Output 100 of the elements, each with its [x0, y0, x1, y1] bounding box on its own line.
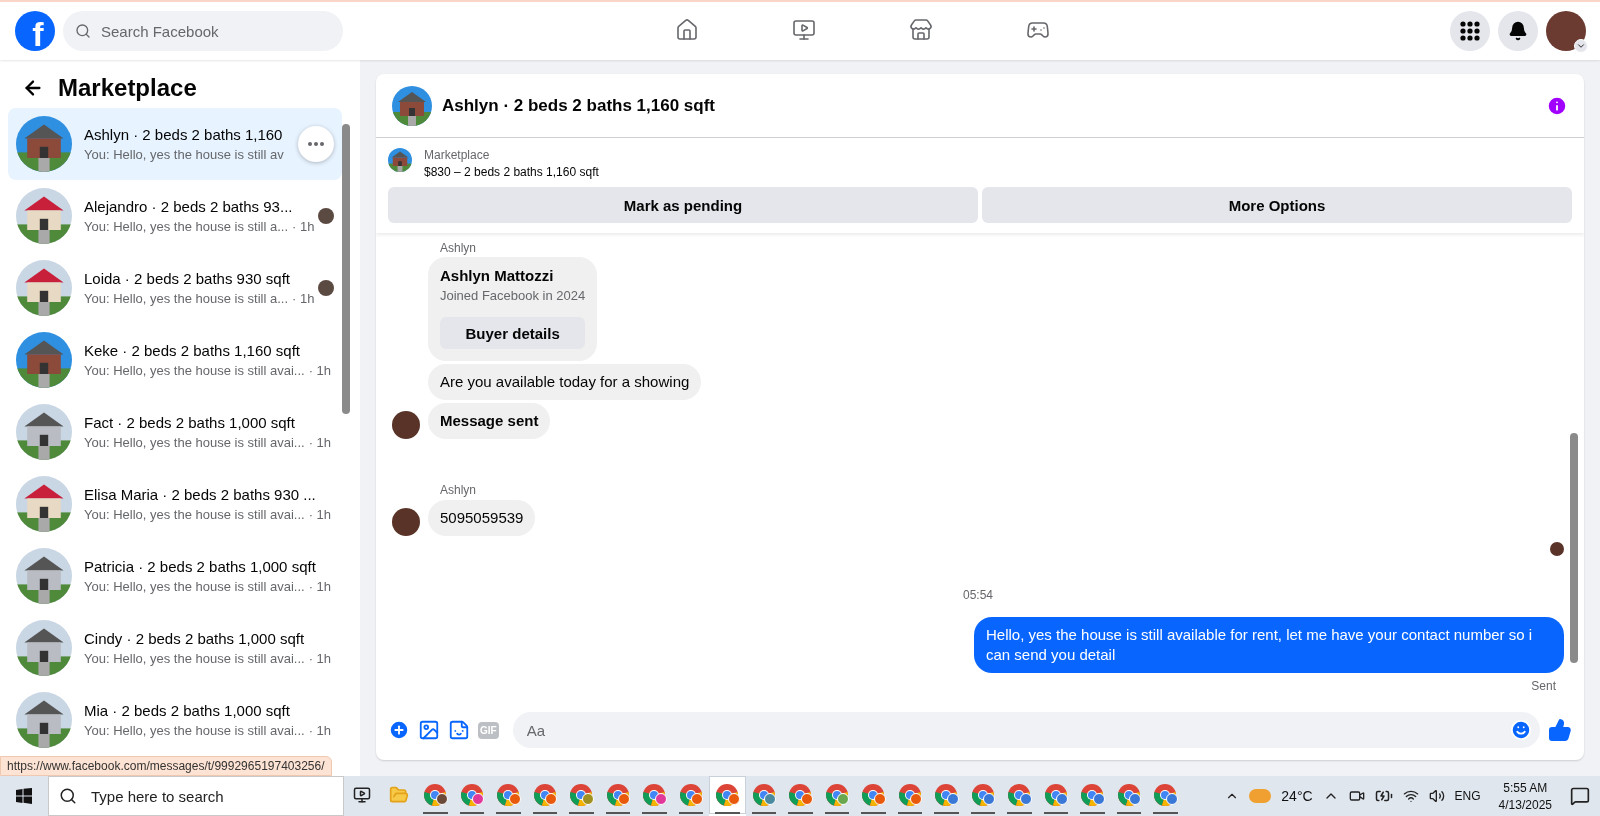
delivery-status: Sent [1531, 679, 1556, 693]
store-icon [909, 17, 933, 42]
conversation-time: · 1h [308, 579, 332, 594]
language-indicator[interactable]: ENG [1454, 789, 1481, 803]
task-view-icon [353, 786, 372, 804]
conversation-title: Elisa Maria · 2 beds 2 baths 930 ... [84, 486, 317, 503]
folder-icon [388, 785, 409, 805]
house-photo [392, 85, 432, 126]
conversation-title: Mia · 2 beds 2 baths 1,000 sqft [84, 702, 291, 719]
house-photo [16, 260, 72, 316]
house-photo [16, 188, 72, 244]
camera-icon[interactable] [1348, 788, 1365, 804]
emoji-icon[interactable] [1510, 719, 1532, 741]
read-receipt-avatar [1550, 542, 1564, 556]
info-icon[interactable] [1546, 94, 1568, 117]
profile-subtitle: Joined Facebook in 2024 [440, 288, 586, 303]
conversation-preview: You: Hello, yes the house is still a... [84, 291, 289, 306]
wifi-icon[interactable] [1402, 788, 1419, 804]
conversation-title: Ashlyn · 2 beds 2 baths 1,160 [84, 126, 284, 143]
facebook-logo[interactable]: f [15, 11, 55, 51]
house-photo [16, 692, 72, 748]
sender-name: Ashlyn [440, 241, 478, 255]
conversation-time: · 1h [292, 219, 315, 234]
volume-icon[interactable] [1428, 788, 1445, 804]
clock-time[interactable]: 5:55 AM [1503, 780, 1548, 795]
sticker-icon[interactable] [448, 719, 470, 741]
conversation-preview: You: Hello, yes the house is still avai... [84, 507, 305, 522]
house-photo [16, 620, 72, 676]
profile-avatar[interactable] [1546, 11, 1586, 51]
image-icon[interactable] [418, 719, 440, 741]
chat-title: Ashlyn · 2 beds 2 baths 1,160 sqft [442, 95, 717, 116]
conversation-time: · 1h [308, 435, 332, 450]
conversation-item[interactable]: Keke · 2 beds 2 baths 1,160 sqft You: Hello, yes the house is still avai... · 1h [8, 324, 342, 396]
video-icon [792, 17, 816, 42]
profile-name: Ashlyn Mattozzi [440, 267, 555, 284]
notifications-button[interactable] [1498, 11, 1538, 51]
conversation-title: Keke · 2 beds 2 baths 1,160 sqft [84, 342, 301, 359]
conversation-item[interactable]: Mia · 2 beds 2 baths 1,000 sqft You: Hello, yes the house is still avai... · 1h [8, 684, 342, 756]
scrollbar[interactable] [1570, 433, 1578, 663]
conversation-preview: You: Hello, yes the house is still avai... [84, 363, 305, 378]
sender-name: Ashlyn [440, 483, 478, 497]
weather-temperature[interactable]: 24°C [1281, 788, 1313, 804]
message-bubble: Are you available today for a showing [428, 364, 702, 400]
conversation-item[interactable]: Fact · 2 beds 2 baths 1,000 sqft You: Hello, yes the house is still avai... · 1h [8, 396, 342, 468]
conversation-time: · 1h [308, 651, 332, 666]
search-bar[interactable]: Search Facebook [63, 11, 343, 51]
listing-action-button[interactable]: Mark as pending [388, 187, 978, 223]
message-timestamp: 05:54 [963, 588, 993, 602]
menu-button[interactable] [1450, 11, 1490, 51]
conversation-item[interactable]: Alejandro · 2 beds 2 baths 93... You: Hello, yes the house is still a... · 1h [8, 180, 342, 252]
conversation-item[interactable]: Elisa Maria · 2 beds 2 baths 930 ... You: Hello, yes the house is still avai... · 1h [8, 468, 342, 540]
conversation-preview: You: Hello, yes the house is still avai... [84, 651, 305, 666]
conversation-preview: You: Hello, yes the house is still a... [84, 219, 289, 234]
chevron-down-icon [1576, 41, 1586, 51]
more-options-button[interactable] [298, 126, 334, 162]
house-photo [388, 148, 412, 172]
message-bubble: 5095059539 [428, 500, 536, 536]
search-icon [59, 787, 77, 805]
house-photo [16, 548, 72, 604]
taskbar-search-bar[interactable]: Type here to search [48, 776, 344, 816]
house-photo [16, 332, 72, 388]
conversation-preview: You: Hello, yes the house is still avai... [84, 435, 305, 450]
search-icon [75, 23, 91, 39]
house-photo [16, 404, 72, 460]
taskbar-app[interactable] [709, 776, 746, 816]
clock-date[interactable]: 4/13/2025 [1498, 797, 1552, 812]
search-field[interactable]: Search Facebook [99, 11, 331, 51]
sidebar-title: Marketplace [58, 74, 197, 102]
add-icon[interactable] [388, 719, 410, 741]
conversation-item[interactable]: Cindy · 2 beds 2 baths 1,000 sqft You: Hello, yes the house is still avai... · 1h [8, 612, 342, 684]
conversation-title: Fact · 2 beds 2 baths 1,000 sqft [84, 414, 296, 431]
conversation-preview: You: Hello, yes the house is still avai... [84, 723, 305, 738]
listing-action-button[interactable]: More Options [982, 187, 1572, 223]
conversation-item[interactable]: Loida · 2 beds 2 baths 930 sqft You: Hello, yes the house is still a... · 1h [8, 252, 342, 324]
conversation-item[interactable]: Patricia · 2 beds 2 baths 1,000 sqft You: Hello, yes the house is still avai... · 1h [8, 540, 342, 612]
conversation-title: Cindy · 2 beds 2 baths 1,000 sqft [84, 630, 306, 647]
conversation-title: Alejandro · 2 beds 2 baths 93... [84, 198, 294, 215]
home-icon [675, 17, 699, 42]
scrollbar[interactable] [342, 124, 350, 414]
conversation-title: Patricia · 2 beds 2 baths 1,000 sqft [84, 558, 317, 575]
ellipsis-icon [308, 142, 324, 146]
menu-icon [1460, 21, 1480, 41]
conversation-item[interactable]: Ashlyn · 2 beds 2 baths 1,160 You: Hello, yes the house is still av [8, 108, 342, 180]
conversation-title: Loida · 2 beds 2 baths 930 sqft [84, 270, 291, 287]
thumbs-up-icon[interactable] [1548, 718, 1572, 742]
conversation-time: · 1h [292, 291, 315, 306]
listing-summary: $830 – 2 beds 2 baths 1,160 sqft [424, 165, 599, 179]
house-photo [16, 476, 72, 532]
notifications-icon[interactable] [1570, 786, 1590, 806]
message-bubble: Message sent [428, 403, 551, 439]
conversation-time: · 1h [308, 363, 332, 378]
windows-icon [16, 788, 32, 804]
bell-icon [1508, 21, 1528, 41]
house-photo [16, 116, 72, 172]
conversation-time: · 1h [308, 507, 332, 522]
conversation-preview: You: Hello, yes the house is still av [84, 147, 284, 162]
conversation-time: · 1h [308, 723, 332, 738]
buyer-details-button[interactable]: Buyer details [440, 317, 586, 349]
listing-source: Marketplace [424, 148, 491, 162]
conversation-preview: You: Hello, yes the house is still avai... [84, 579, 305, 594]
